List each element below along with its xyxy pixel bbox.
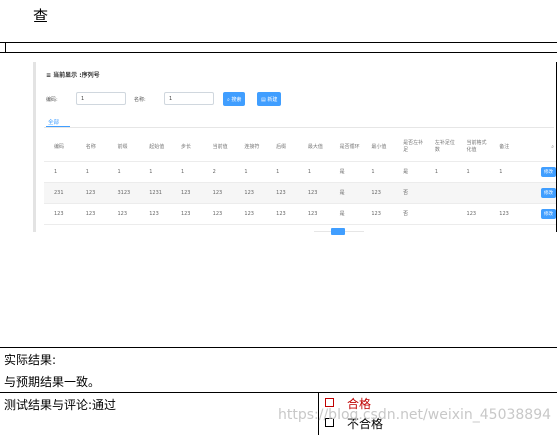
- table-cell: 是: [329, 182, 362, 204]
- column-header: 当前值: [202, 134, 235, 162]
- table-cell: 123: [266, 182, 298, 204]
- table-cell: [489, 182, 524, 204]
- table-cell: [424, 182, 457, 204]
- file-icon: ▤: [261, 97, 266, 103]
- column-header-actions: ⌕: [523, 134, 557, 162]
- column-header: 最大值: [297, 134, 330, 162]
- name-label: 名称:: [134, 97, 146, 103]
- table-cell: 1: [234, 161, 267, 183]
- table-cell: 2: [202, 161, 235, 183]
- column-header: 最小值: [361, 134, 394, 162]
- column-header: 连接符: [234, 134, 267, 162]
- column-header: 步长: [170, 134, 203, 162]
- search-icon: ⌕: [227, 97, 230, 103]
- column-header: 当前格式化值: [456, 134, 490, 162]
- column-header: 起始值: [139, 134, 171, 162]
- table-cell: 1: [489, 161, 524, 183]
- table-cell: 231: [44, 182, 76, 204]
- screenshot-panel: ≡ 当前显示 :序列号 编码: 1 名称: 1 ⌕ 搜索 ▤ 新建 全部 编码 …: [33, 62, 557, 235]
- add-button[interactable]: ▤ 新建: [257, 92, 282, 106]
- table-header-row: 编码 名称 前缀 起始值 步长 当前值 连接符 后缀 最大值 是否循环 最小值 …: [44, 134, 557, 162]
- column-header: 是否左补足: [393, 134, 425, 162]
- table-cell: 1: [170, 161, 203, 183]
- column-header: 是否循环: [329, 134, 362, 162]
- table-cell-actions: 修改: [523, 203, 557, 225]
- name-input[interactable]: 1: [164, 92, 214, 105]
- watermark: https://blog.csdn.net/weixin_45038894: [278, 407, 552, 423]
- add-button-label: 新建: [267, 97, 278, 103]
- table-cell-actions: 修改: [523, 161, 557, 183]
- table-cell: 123: [456, 203, 490, 225]
- edit-button[interactable]: 修改: [541, 166, 556, 177]
- table-cell-actions: 修改: [523, 182, 557, 204]
- table-row: 231 123 3123 1231 123 123 123 123 123 是 …: [44, 182, 557, 204]
- table-cell: 123: [297, 203, 330, 225]
- table-cell: 1: [297, 161, 330, 183]
- table-cell: 123: [266, 203, 298, 225]
- table-cell: 123: [44, 203, 76, 225]
- table-cell: 123: [234, 203, 267, 225]
- table-cell: 123: [170, 182, 203, 204]
- table-cell: 否: [393, 182, 425, 204]
- table-row: 1 1 1 1 1 2 1 1 1 是 1 是 1 1 1 修改: [44, 161, 557, 183]
- table-cell: 1: [139, 161, 171, 183]
- column-header: 后缀: [266, 134, 298, 162]
- code-label: 编码:: [46, 97, 58, 103]
- data-table: 编码 名称 前缀 起始值 步长 当前值 连接符 后缀 最大值 是否循环 最小值 …: [44, 134, 557, 225]
- table-cell: 123: [361, 203, 394, 225]
- divider-top: [0, 42, 557, 43]
- edit-button[interactable]: 修改: [541, 208, 556, 219]
- table-cell: 123: [361, 182, 394, 204]
- table-cell: 是: [393, 161, 425, 183]
- result-text: 与预期结果一致。: [4, 375, 101, 389]
- table-cell: 123: [107, 203, 140, 225]
- table-cell: 123: [297, 182, 330, 204]
- search-icon[interactable]: ⌕: [551, 144, 554, 150]
- table-cell: [424, 203, 457, 225]
- page-button-current[interactable]: [331, 228, 345, 235]
- table-row: 123 123 123 123 123 123 123 123 123 是 12…: [44, 203, 557, 225]
- table-cell: 3123: [107, 182, 140, 204]
- tab-all[interactable]: 全部: [48, 118, 59, 126]
- table-cell: 123: [202, 203, 235, 225]
- table-cell: 是: [329, 161, 362, 183]
- table-cell: 1: [75, 161, 108, 183]
- edit-button[interactable]: 修改: [541, 187, 556, 198]
- table-cell: 1: [456, 161, 490, 183]
- divider-left: [5, 42, 6, 53]
- table-cell: 123: [75, 203, 108, 225]
- table-cell: [456, 182, 490, 204]
- column-header: 备注: [489, 134, 524, 162]
- column-header: 名称: [75, 134, 108, 162]
- table-cell: 1231: [139, 182, 171, 204]
- table-cell: 123: [489, 203, 524, 225]
- column-header: 前缀: [107, 134, 140, 162]
- table-cell: 1: [424, 161, 457, 183]
- table-cell: 1: [266, 161, 298, 183]
- column-header: 编码: [44, 134, 76, 162]
- column-header: 左补足位数: [424, 134, 457, 162]
- page-heading: 查: [33, 7, 49, 25]
- table-cell: 123: [139, 203, 171, 225]
- table-cell: 是: [329, 203, 362, 225]
- table-cell: 1: [44, 161, 76, 183]
- table-cell: 1: [107, 161, 140, 183]
- table-cell: 123: [234, 182, 267, 204]
- tab-bar-line: [44, 127, 554, 128]
- pass-checkbox[interactable]: [325, 398, 334, 407]
- divider-eval-top: [0, 392, 557, 393]
- table-cell: 否: [393, 203, 425, 225]
- table-cell: 123: [202, 182, 235, 204]
- search-button-label: 搜索: [231, 97, 242, 103]
- code-input[interactable]: 1: [76, 92, 126, 105]
- table-cell: 1: [361, 161, 394, 183]
- panel-title: ≡ 当前显示 :序列号: [46, 72, 100, 79]
- table-cell: 123: [170, 203, 203, 225]
- divider-top-2: [0, 52, 557, 53]
- evaluation-label: 测试结果与评论:通过: [4, 398, 117, 412]
- search-button[interactable]: ⌕ 搜索: [223, 92, 246, 106]
- divider-result-top: [0, 347, 557, 348]
- result-label: 实际结果:: [4, 353, 57, 367]
- table-cell: 123: [75, 182, 108, 204]
